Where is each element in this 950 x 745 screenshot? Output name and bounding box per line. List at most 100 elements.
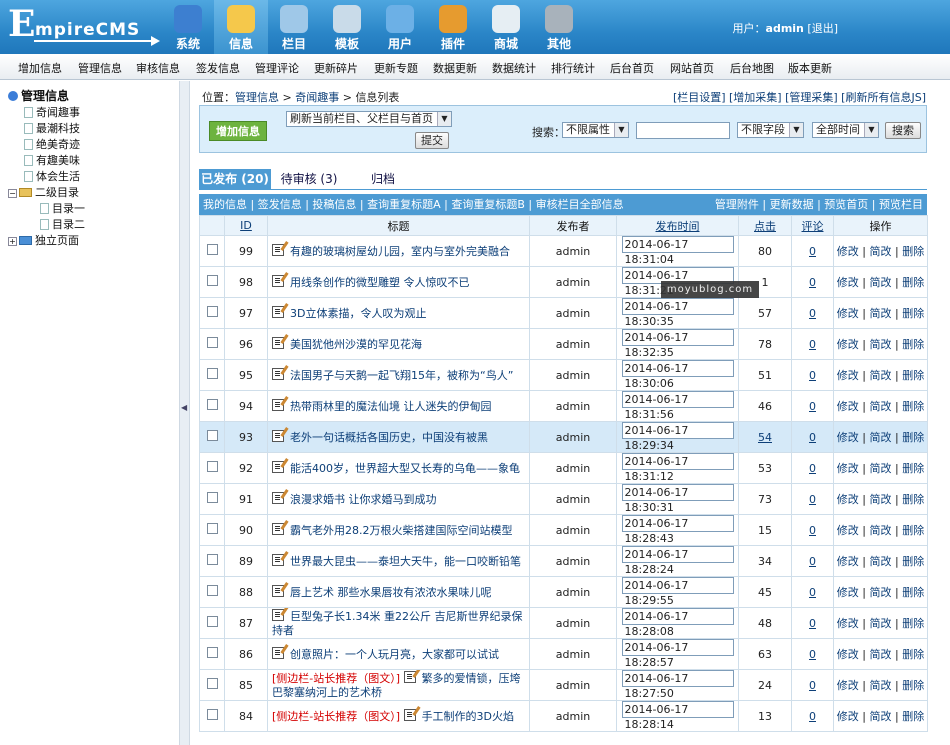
col-id-link[interactable]: ID [240, 219, 252, 232]
row-checkbox[interactable] [206, 244, 218, 255]
tree-root[interactable]: 管理信息 [8, 87, 69, 104]
edit-note-icon[interactable] [272, 608, 289, 621]
edit-note-icon[interactable] [272, 581, 289, 597]
tree-pages[interactable]: + 独立页面 [8, 232, 79, 248]
menu-item[interactable]: 管理评论 [255, 60, 299, 76]
row-checkbox[interactable] [206, 585, 218, 596]
field-select[interactable]: 不限字段 ▼ [737, 122, 804, 138]
edit-note-icon[interactable] [272, 488, 289, 504]
edit-note-icon[interactable] [272, 271, 289, 287]
row-checkbox[interactable] [206, 523, 218, 534]
simple-edit-link[interactable]: 简改 [870, 679, 892, 692]
simple-edit-link[interactable]: 简改 [870, 245, 892, 258]
menu-item[interactable]: 更新碎片 [314, 60, 358, 76]
nav-gear[interactable]: 其他 [532, 0, 586, 54]
delete-link[interactable]: 删除 [902, 307, 924, 320]
col-time-link[interactable]: 发布时间 [656, 220, 700, 233]
edit-link[interactable]: 修改 [837, 338, 859, 351]
simple-edit-link[interactable]: 简改 [870, 462, 892, 475]
row-time-field[interactable]: 2014-06-17 18:29:55 [621, 577, 734, 607]
edit-link[interactable]: 修改 [837, 400, 859, 413]
nav-globe[interactable]: 系统 [161, 0, 215, 54]
row-title-link[interactable]: 用线条创作的微型雕塑 令人惊叹不已 [290, 276, 470, 289]
edit-note-icon[interactable] [272, 550, 289, 566]
quick-links[interactable]: [栏目设置] [增加采集] [管理采集] [刷新所有信息JS] [673, 89, 926, 105]
tab-published[interactable]: 已发布 (20) [199, 169, 271, 190]
row-time-field[interactable]: 2014-06-17 18:28:43 [621, 515, 734, 545]
edit-note-icon[interactable] [272, 395, 289, 411]
row-title-link[interactable]: 巨型兔子长1.34米 重22公斤 吉尼斯世界纪录保持者 [272, 610, 522, 637]
tree-item-5[interactable]: 体会生活 [24, 168, 80, 184]
menu-item[interactable]: 更新专题 [374, 60, 418, 76]
simple-edit-link[interactable]: 简改 [870, 493, 892, 506]
info-actions-links[interactable]: 我的信息 | 签发信息 | 投稿信息 | 查询重复标题A | 查询重复标题B |… [203, 194, 624, 215]
row-time-field[interactable]: 2014-06-17 18:28:24 [621, 546, 734, 576]
row-checkbox[interactable] [206, 678, 218, 689]
delete-link[interactable]: 删除 [902, 648, 924, 661]
row-comments-link[interactable]: 0 [809, 493, 816, 506]
col-time[interactable]: 发布时间 [616, 215, 739, 236]
delete-link[interactable]: 删除 [902, 617, 924, 630]
row-checkbox[interactable] [206, 647, 218, 658]
row-comments-link[interactable]: 0 [809, 617, 816, 630]
row-checkbox[interactable] [206, 461, 218, 472]
row-title-link[interactable]: 有趣的玻璃树屋幼儿园，室内与室外完美融合 [290, 245, 510, 258]
edit-link[interactable]: 修改 [837, 555, 859, 568]
menu-item[interactable]: 版本更新 [788, 60, 832, 76]
col-clicks-link[interactable]: 点击 [754, 220, 776, 233]
delete-link[interactable]: 删除 [902, 462, 924, 475]
menu-item[interactable]: 后台首页 [610, 60, 654, 76]
menu-item[interactable]: 管理信息 [78, 60, 122, 76]
edit-link[interactable]: 修改 [837, 307, 859, 320]
edit-note-icon[interactable] [272, 519, 289, 535]
edit-note-icon[interactable] [272, 643, 289, 659]
simple-edit-link[interactable]: 简改 [870, 617, 892, 630]
edit-note-icon[interactable] [403, 670, 421, 683]
edit-link[interactable]: 修改 [837, 369, 859, 382]
row-comments-link[interactable]: 0 [809, 555, 816, 568]
delete-link[interactable]: 删除 [902, 431, 924, 444]
edit-link[interactable]: 修改 [837, 524, 859, 537]
row-title-link[interactable]: 法国男子与天鹅一起飞翔15年，被称为“鸟人” [290, 369, 513, 382]
menu-item[interactable]: 审核信息 [136, 60, 180, 76]
row-comments-link[interactable]: 0 [809, 431, 816, 444]
collapse-arrow-icon[interactable]: ◀ [181, 403, 187, 412]
edit-link[interactable]: 修改 [837, 710, 859, 723]
simple-edit-link[interactable]: 简改 [870, 307, 892, 320]
delete-link[interactable]: 删除 [902, 400, 924, 413]
attr-select[interactable]: 不限属性 ▼ [562, 122, 629, 138]
nav-card[interactable]: 商城 [479, 0, 533, 54]
row-comments-link[interactable]: 0 [809, 307, 816, 320]
row-time-field[interactable]: 2014-06-17 18:30:06 [621, 360, 734, 390]
row-time-field[interactable]: 2014-06-17 18:28:57 [621, 639, 734, 669]
col-comments-link[interactable]: 评论 [802, 220, 824, 233]
row-time-field[interactable]: 2014-06-17 18:27:50 [621, 670, 734, 700]
delete-link[interactable]: 删除 [902, 276, 924, 289]
edit-note-icon[interactable] [272, 457, 289, 473]
simple-edit-link[interactable]: 简改 [870, 710, 892, 723]
row-title-link[interactable]: 创意照片：一个人玩月亮，大家都可以试试 [290, 648, 499, 661]
edit-link[interactable]: 修改 [837, 648, 859, 661]
row-time-field[interactable]: 2014-06-17 18:30:35 [621, 298, 734, 328]
delete-link[interactable]: 删除 [902, 524, 924, 537]
row-time-field[interactable]: 2014-06-17 18:32:35 [621, 329, 734, 359]
add-info-button[interactable]: 增加信息 [209, 121, 267, 141]
delete-link[interactable]: 删除 [902, 245, 924, 258]
row-title-link[interactable]: 3D立体素描，令人叹为观止 [290, 307, 426, 320]
simple-edit-link[interactable]: 简改 [870, 586, 892, 599]
row-comments-link[interactable]: 0 [809, 710, 816, 723]
simple-edit-link[interactable]: 简改 [870, 369, 892, 382]
search-button[interactable]: 搜索 [885, 122, 921, 139]
delete-link[interactable]: 删除 [902, 493, 924, 506]
row-comments-link[interactable]: 0 [809, 245, 816, 258]
menu-item[interactable]: 签发信息 [196, 60, 240, 76]
edit-link[interactable]: 修改 [837, 462, 859, 475]
logout-link[interactable]: [退出] [807, 22, 838, 35]
menu-item[interactable]: 后台地图 [730, 60, 774, 76]
row-comments-link[interactable]: 0 [809, 462, 816, 475]
edit-link[interactable]: 修改 [837, 245, 859, 258]
row-checkbox[interactable] [206, 306, 218, 317]
edit-link[interactable]: 修改 [837, 276, 859, 289]
tab-pending[interactable]: 待审核 (3) [273, 169, 345, 190]
breadcrumb-link-manage[interactable]: 管理信息 [235, 91, 279, 104]
